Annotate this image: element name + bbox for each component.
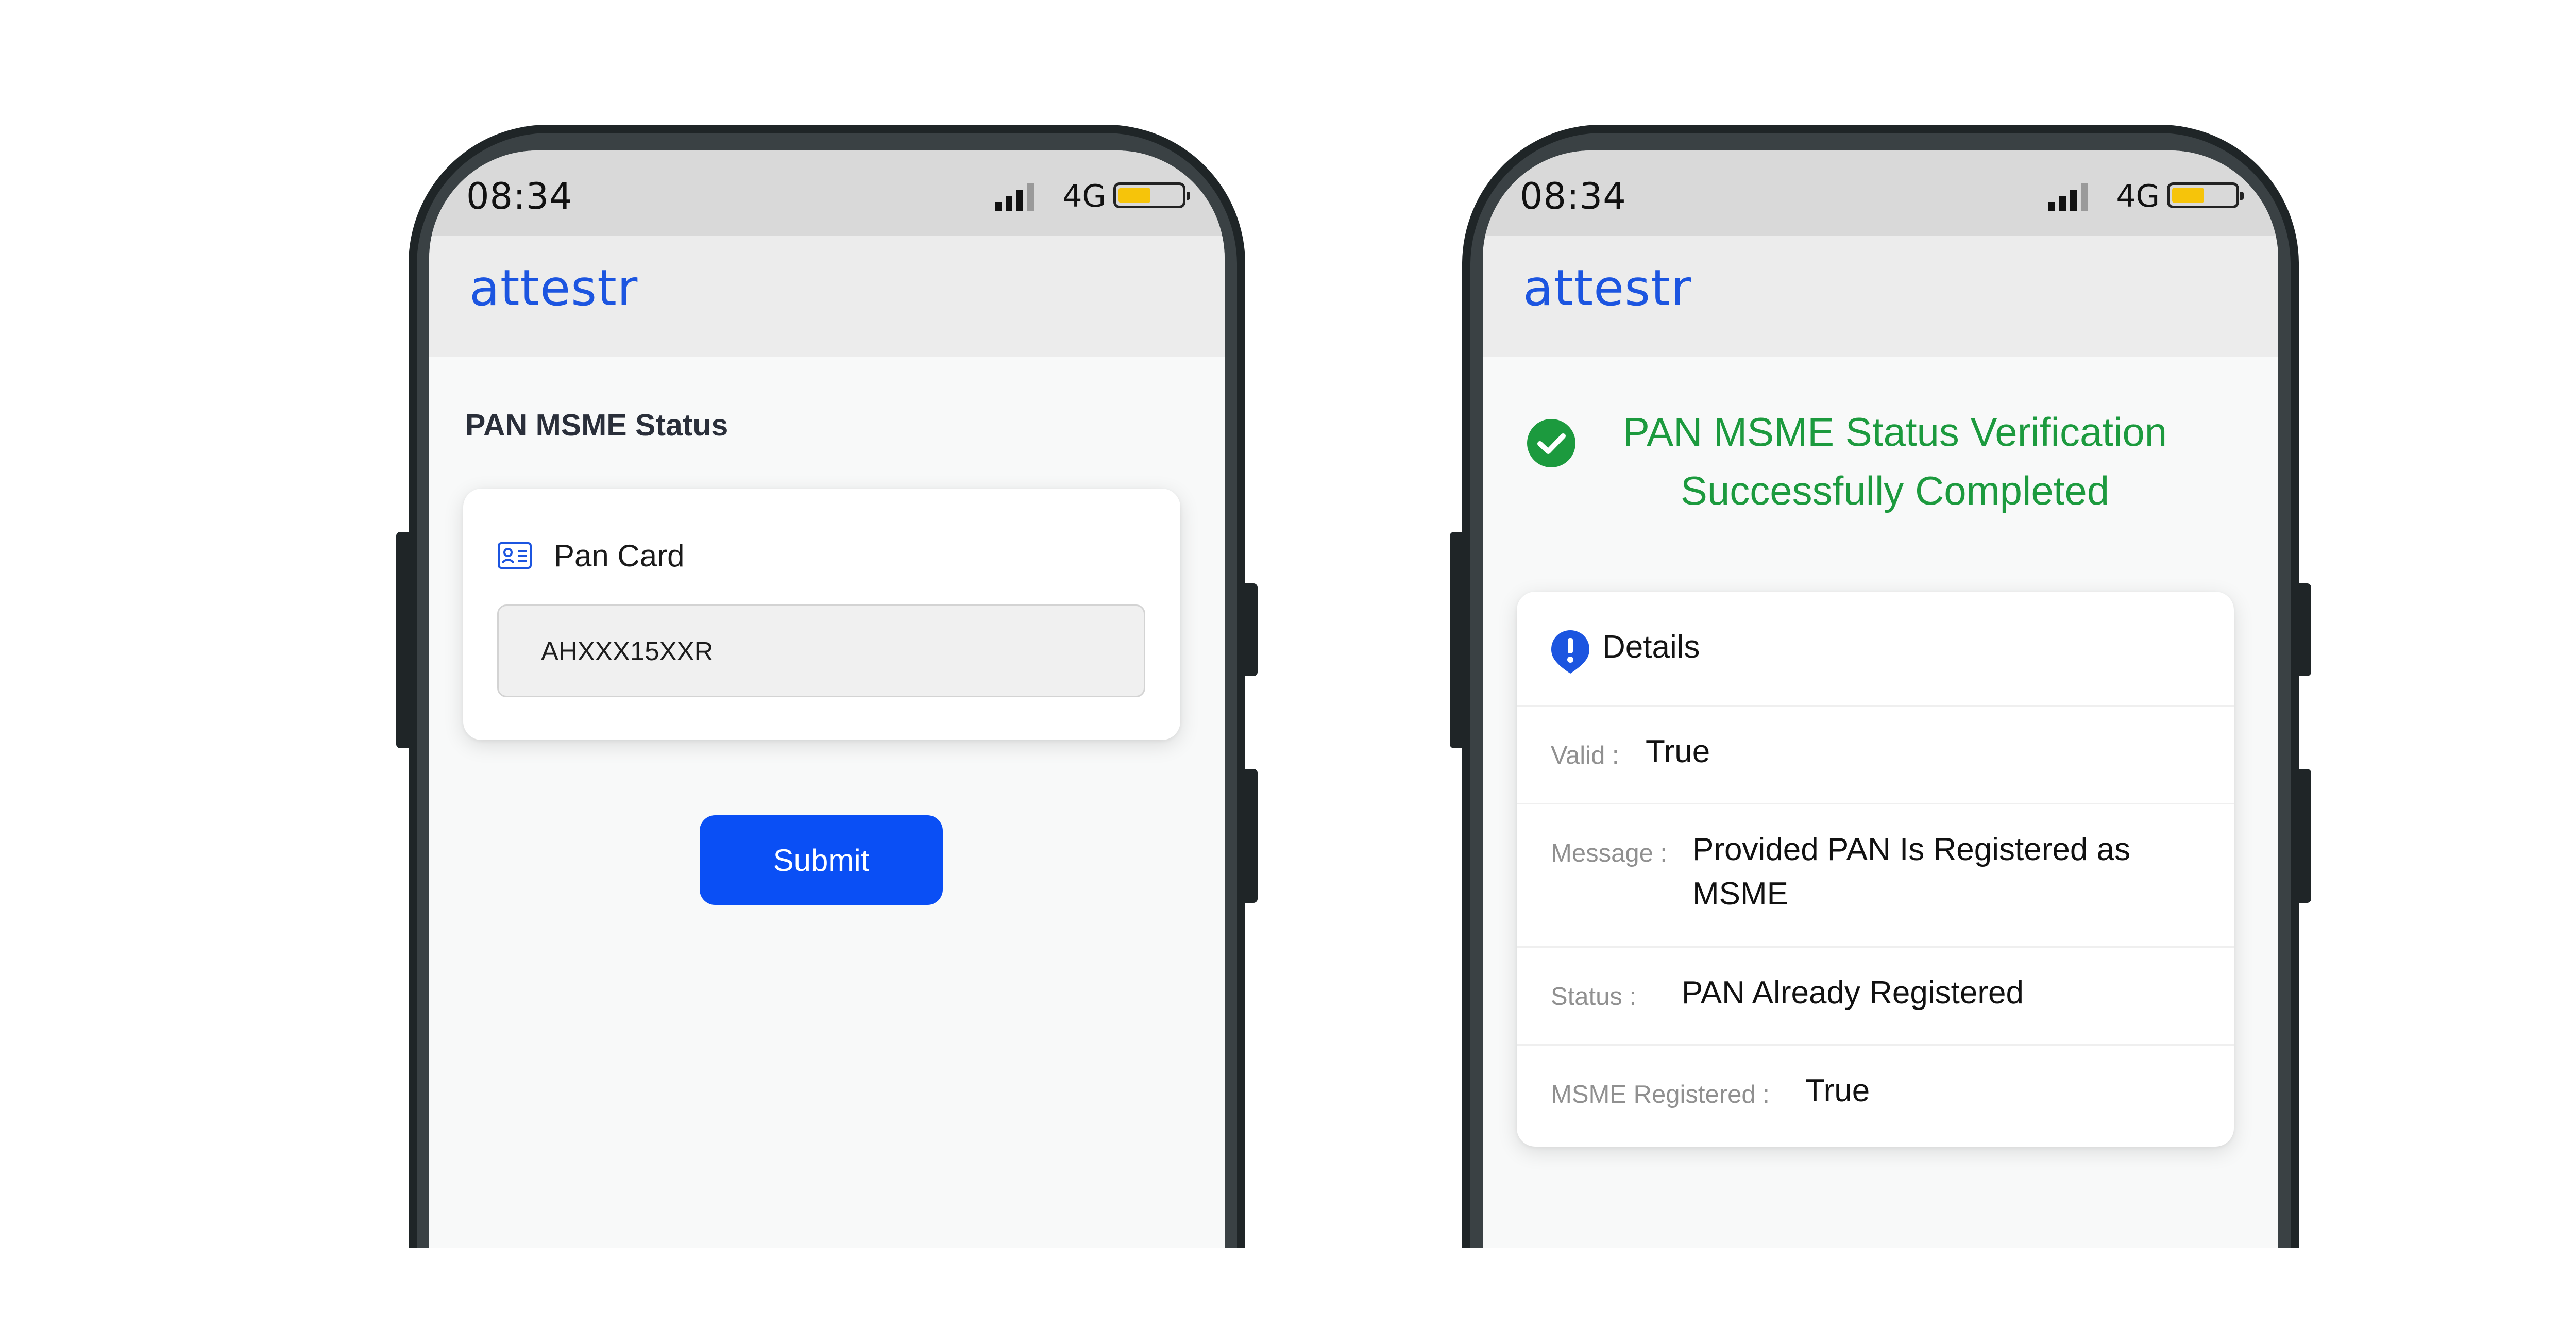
- phone-screen: 08:34 4G attestr PAN MSME Status Verific…: [1483, 150, 2278, 1248]
- app-header: attestr: [429, 236, 1225, 357]
- detail-value: PAN Already Registered: [1682, 975, 2024, 1011]
- pan-field-label: Pan Card: [554, 539, 685, 573]
- form-content: PAN MSME Status Pan Card Submit: [429, 357, 1225, 1248]
- id-card-icon: [498, 542, 532, 569]
- status-bar: 08:34 4G: [429, 150, 1225, 236]
- signal-icon: [995, 183, 1034, 211]
- detail-key: Valid :: [1551, 742, 1619, 769]
- details-header: Details: [1517, 592, 2234, 707]
- success-banner: PAN MSME Status Verification Successfull…: [1483, 402, 2278, 536]
- battery-icon: [1113, 182, 1190, 208]
- details-card: Details Valid : True Message : Provided …: [1517, 592, 2234, 1147]
- signal-icon: [2048, 183, 2088, 211]
- detail-key: Status :: [1551, 983, 1637, 1011]
- brand-logo: attestr: [1523, 259, 1692, 317]
- battery-level: [2172, 188, 2205, 203]
- network-type: 4G: [1062, 178, 1106, 214]
- pan-card-form: Pan Card: [463, 489, 1180, 740]
- status-time: 08:34: [1520, 175, 1626, 217]
- detail-value: True: [1646, 734, 1710, 769]
- detail-row-message: Message : Provided PAN Is Registered as …: [1517, 803, 2234, 948]
- result-content: PAN MSME Status Verification Successfull…: [1483, 357, 2278, 1248]
- network-type: 4G: [2116, 178, 2160, 214]
- page-title: PAN MSME Status: [465, 408, 728, 442]
- detail-value: Provided PAN Is Registered as MSME: [1692, 832, 2131, 912]
- phone-result: 08:34 4G attestr PAN MSME Status Verific…: [1450, 125, 2311, 1248]
- check-circle-icon: [1527, 419, 1575, 467]
- status-bar: 08:34 4G: [1483, 150, 2278, 236]
- detail-row-valid: Valid : True: [1517, 705, 2234, 804]
- success-message: PAN MSME Status Verification Successfull…: [1622, 409, 2167, 513]
- status-time: 08:34: [466, 175, 573, 217]
- phone-form: 08:34 4G attestr PAN MSME Status Pan Car…: [396, 125, 1258, 1248]
- pan-number-input[interactable]: [497, 604, 1145, 697]
- detail-value: True: [1805, 1073, 1870, 1108]
- app-header: attestr: [1483, 236, 2278, 357]
- detail-row-status: Status : PAN Already Registered: [1517, 946, 2234, 1046]
- phone-screen: 08:34 4G attestr PAN MSME Status Pan Car…: [429, 150, 1225, 1248]
- detail-key: MSME Registered :: [1551, 1081, 1770, 1108]
- submit-button[interactable]: Submit: [700, 815, 943, 905]
- details-title: Details: [1602, 629, 1700, 665]
- info-icon: [1551, 630, 1589, 674]
- detail-key: Message :: [1551, 839, 1668, 867]
- battery-level: [1118, 188, 1151, 203]
- detail-row-msme-registered: MSME Registered : True: [1517, 1044, 2234, 1147]
- brand-logo: attestr: [469, 259, 638, 317]
- battery-icon: [2167, 182, 2244, 208]
